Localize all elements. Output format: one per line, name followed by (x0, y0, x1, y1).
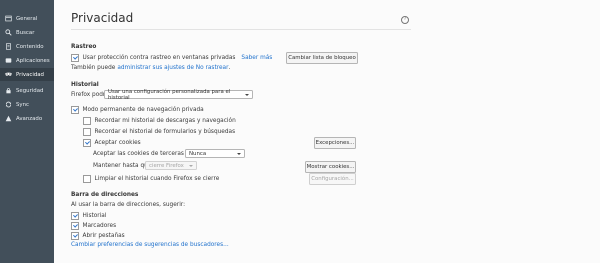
keep-until-value: cierre Firefox (149, 162, 184, 169)
sidebar-item-label: Sync (16, 101, 29, 108)
dnt-suffix: . (228, 65, 231, 71)
suggest-open-tabs-label: Abrir pestañas (82, 232, 125, 239)
sidebar-item-label: Aplicaciones (16, 57, 50, 64)
privacy-mask-icon (5, 71, 12, 78)
history-section-title: Historial (71, 82, 99, 88)
sidebar-item-content[interactable]: Contenido (0, 40, 54, 53)
suggest-bookmarks-row: Marcadores (71, 222, 116, 230)
sync-icon (5, 101, 12, 108)
suggest-bookmarks-label: Marcadores (82, 222, 117, 229)
keep-until-select[interactable]: cierre Firefox (145, 161, 197, 170)
sidebar-item-label: Privacidad (16, 71, 44, 78)
tracking-section-title: Rastreo (71, 44, 97, 50)
sidebar-item-security[interactable]: Seguridad (0, 84, 54, 97)
private-mode-row: Modo permanente de navegación privada (71, 106, 204, 114)
sidebar-item-label: Avanzado (16, 115, 43, 122)
suggest-history-checkbox[interactable] (71, 212, 79, 220)
applications-icon (5, 57, 12, 64)
suggest-bookmarks-checkbox[interactable] (71, 222, 79, 230)
chevron-down-icon (189, 165, 193, 167)
private-mode-label: Modo permanente de navegación privada (82, 106, 204, 113)
do-not-track-link[interactable]: administrar sus ajustes de No rastrear (117, 65, 228, 71)
sidebar-item-privacy[interactable]: Privacidad (0, 68, 54, 81)
clear-on-close-row: Limpiar el historial cuando Firefox se c… (83, 175, 219, 183)
dnt-prefix: También puede (71, 65, 116, 71)
exceptions-button[interactable]: Excepciones... (314, 137, 356, 149)
chevron-down-icon (237, 153, 241, 155)
help-icon[interactable]: ? (401, 16, 409, 24)
lock-icon (5, 87, 12, 94)
suggest-label: Al usar la barra de direcciones, sugerir… (71, 202, 186, 208)
sidebar-item-search[interactable]: Buscar (0, 26, 54, 39)
remember-downloads-checkbox[interactable] (83, 117, 91, 125)
sidebar-item-advanced[interactable]: Avanzado (0, 112, 54, 125)
suggest-history-label: Historial (82, 212, 107, 219)
history-mode-select[interactable]: Usar una configuración personalizada par… (104, 88, 253, 101)
sidebar-item-label: Seguridad (16, 87, 44, 94)
content-icon (5, 43, 12, 50)
tracking-protection-label: Usar protección contra rastreo en ventan… (82, 54, 236, 61)
clear-on-close-checkbox[interactable] (83, 175, 91, 183)
main-panel: Privacidad ? Rastreo Usar protección con… (54, 0, 600, 263)
general-icon (5, 15, 12, 22)
accept-cookies-row: Aceptar cookies (83, 139, 141, 147)
third-party-cookies-select[interactable]: Nunca (185, 149, 245, 158)
do-not-track-row: También puede administrar sus ajustes de… (71, 65, 230, 71)
sidebar: General Buscar Contenido Aplicaciones Pr… (0, 0, 54, 263)
suggest-open-tabs-checkbox[interactable] (71, 232, 79, 240)
private-mode-checkbox[interactable] (71, 106, 79, 114)
location-bar-section-title: Barra de direcciones (71, 192, 139, 198)
clear-on-close-label: Limpiar el historial cuando Firefox se c… (94, 175, 220, 182)
third-party-value: Nunca (189, 150, 207, 157)
remember-forms-label: Recordar el historial de formularios y b… (94, 128, 236, 135)
advanced-icon (5, 115, 12, 122)
search-icon (5, 29, 12, 36)
accept-cookies-label: Aceptar cookies (94, 139, 141, 146)
history-settings-button[interactable]: Configuración... (309, 173, 356, 185)
suggest-history-row: Historial (71, 212, 106, 220)
page-title: Privacidad (71, 11, 134, 25)
search-suggestions-row: Cambiar preferencias de sugerencias de b… (71, 242, 229, 248)
remember-downloads-row: Recordar mi historial de descargas y nav… (83, 117, 236, 125)
tracking-protection-row: Usar protección contra rastreo en ventan… (71, 54, 272, 62)
sidebar-item-label: General (16, 15, 38, 22)
accept-cookies-checkbox[interactable] (83, 139, 91, 147)
sidebar-item-applications[interactable]: Aplicaciones (0, 54, 54, 67)
title-divider (71, 29, 411, 30)
suggest-open-tabs-row: Abrir pestañas (71, 232, 125, 240)
learn-more-link[interactable]: Saber más (241, 55, 272, 61)
remember-forms-row: Recordar el historial de formularios y b… (83, 128, 235, 136)
sidebar-item-label: Buscar (16, 29, 35, 36)
change-blocklist-button[interactable]: Cambiar lista de bloqueo (286, 52, 358, 64)
tracking-protection-checkbox[interactable] (71, 54, 79, 62)
change-search-suggestions-link[interactable]: Cambiar preferencias de sugerencias de b… (71, 242, 229, 248)
remember-forms-checkbox[interactable] (83, 128, 91, 136)
chevron-down-icon (245, 94, 249, 96)
show-cookies-button[interactable]: Mostrar cookies... (305, 161, 356, 173)
suggest-label-row: Al usar la barra de direcciones, sugerir… (71, 202, 185, 208)
sidebar-item-label: Contenido (16, 43, 44, 50)
sidebar-item-general[interactable]: General (0, 12, 54, 25)
sidebar-item-sync[interactable]: Sync (0, 98, 54, 111)
remember-downloads-label: Recordar mi historial de descargas y nav… (94, 117, 236, 124)
history-mode-value: Usar una configuración personalizada par… (108, 88, 231, 101)
